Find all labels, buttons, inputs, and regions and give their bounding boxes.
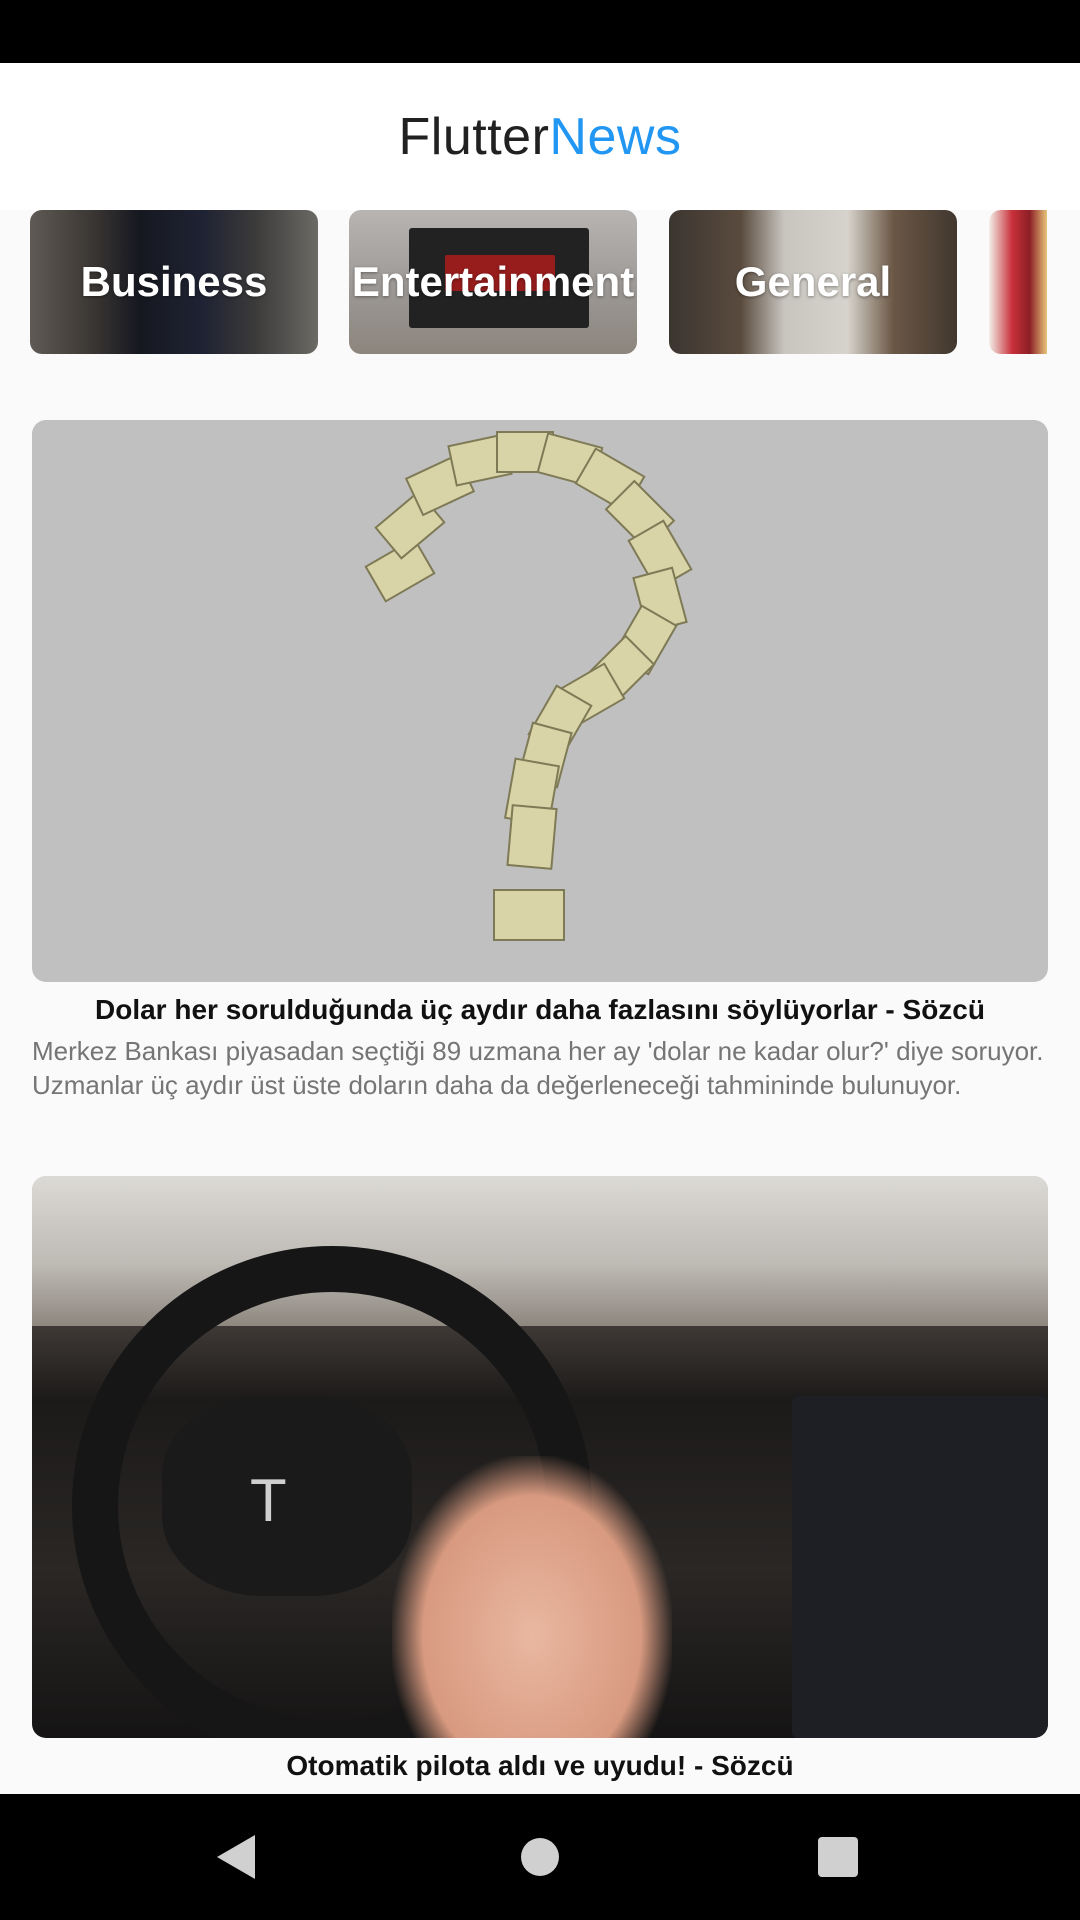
steering-hub-shape: [162, 1396, 412, 1596]
category-entertainment[interactable]: Entertainment: [349, 210, 637, 354]
app-bar: FlutterNews: [0, 63, 1080, 210]
category-label: General: [734, 258, 892, 305]
article-description: Merkez Bankası piyasadan seçtiği 89 uzma…: [32, 1036, 1044, 1100]
square-recents-icon: [818, 1837, 858, 1877]
category-label: Entertainment: [351, 258, 635, 305]
circle-home-icon: [521, 1838, 559, 1876]
category-carousel[interactable]: Business Entertainment General: [0, 210, 1080, 360]
article-image: [32, 420, 1048, 982]
app-title-flutter: Flutter: [398, 107, 550, 166]
hand-shape: [392, 1456, 672, 1738]
article-title: Dolar her sorulduğunda üç aydır daha faz…: [95, 994, 985, 1025]
car-logo-icon: T: [250, 1467, 287, 1534]
back-button[interactable]: [204, 1824, 270, 1890]
home-button[interactable]: [507, 1824, 573, 1890]
category-partial[interactable]: [989, 210, 1047, 354]
app-title-news: News: [549, 107, 682, 166]
status-bar: [0, 0, 1080, 63]
app-title: FlutterNews: [399, 107, 682, 167]
dashboard-screen-shape: [792, 1396, 1048, 1738]
article-image: T: [32, 1176, 1048, 1738]
triangle-back-icon: [217, 1835, 255, 1879]
article-card[interactable]: Dolar her sorulduğunda üç aydır daha faz…: [32, 420, 1048, 1102]
money-question-mark-image: [364, 431, 693, 941]
category-business[interactable]: Business: [30, 210, 318, 354]
article-card[interactable]: T Otomatik pilota aldı ve uyudu! - Sözcü: [32, 1176, 1048, 1784]
category-partial-image: [989, 210, 1047, 354]
category-label: Business: [80, 258, 268, 305]
category-general[interactable]: General: [669, 210, 957, 354]
article-title: Otomatik pilota aldı ve uyudu! - Sözcü: [286, 1750, 794, 1781]
recents-button[interactable]: [805, 1824, 871, 1890]
navigation-bar: [0, 1794, 1080, 1920]
